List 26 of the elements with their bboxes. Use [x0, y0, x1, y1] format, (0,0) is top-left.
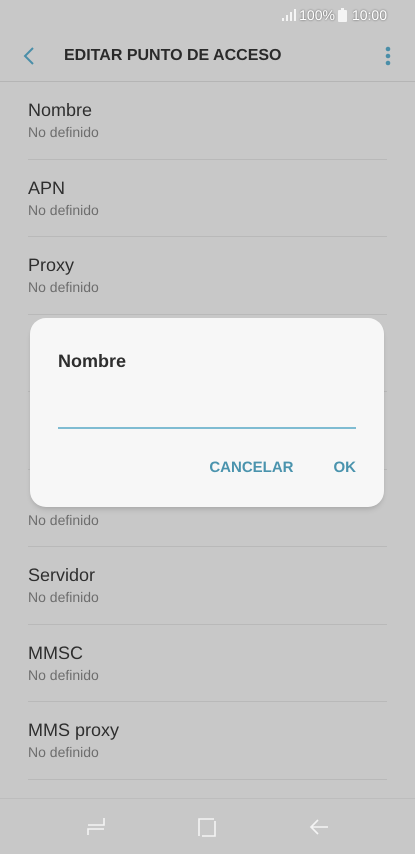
setting-title: MMS proxy: [28, 719, 120, 742]
cancel-button[interactable]: CANCELAR: [209, 457, 294, 480]
dialog-title: Nombre: [58, 350, 128, 373]
setting-value: No definido: [28, 510, 100, 530]
setting-title: APN: [28, 176, 66, 200]
setting-title: Proxy: [28, 254, 76, 278]
setting-value: No definido: [28, 743, 100, 762]
battery-icon: [338, 8, 347, 22]
setting-title: Nombre: [28, 99, 94, 122]
setting-value: No definido: [28, 278, 100, 298]
signal-icon: [282, 9, 296, 21]
recent-apps-icon[interactable]: [86, 816, 106, 836]
screen-title: EDITAR PUNTO DE ACCESO: [64, 46, 282, 66]
more-options-icon[interactable]: [385, 46, 391, 66]
setting-value: No definido: [28, 666, 100, 685]
setting-title: Servidor: [28, 564, 96, 588]
back-nav-icon[interactable]: [309, 816, 330, 836]
setting-value: No definido: [28, 588, 100, 608]
clock: 10:00: [352, 6, 387, 24]
setting-value: No definido: [28, 123, 100, 142]
setting-value: No definido: [28, 200, 100, 220]
back-icon[interactable]: [22, 46, 36, 66]
home-icon[interactable]: [197, 816, 218, 836]
setting-title: MMSC: [28, 642, 84, 665]
battery-percent: 100%: [299, 6, 335, 24]
ok-button[interactable]: OK: [334, 457, 356, 480]
